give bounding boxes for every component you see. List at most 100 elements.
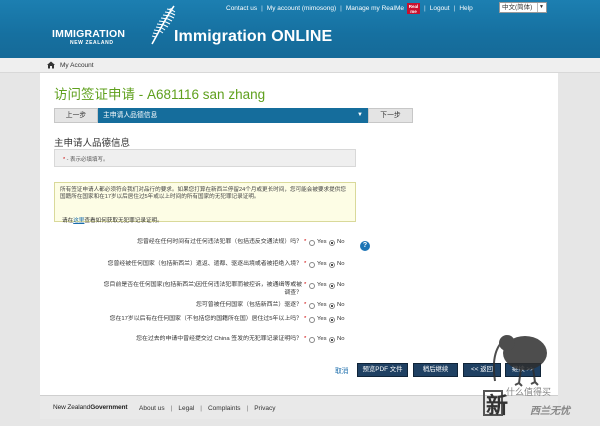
app-title: Immigration ONLINE <box>174 28 333 45</box>
required-star: * <box>304 261 307 267</box>
footer-legal-link[interactable]: Legal <box>178 405 194 412</box>
question-row: 您曾经被任何国家（包括新西兰）遣返、遣都、驱逐出境或者被拒绝入境？ * Yes … <box>54 261 354 279</box>
watermark-char: 新 <box>486 394 509 419</box>
radio-yes-label[interactable]: Yes <box>317 316 327 322</box>
save-later-button[interactable]: 稍后继续 <box>413 363 458 377</box>
watermark-text: 什么值得买 <box>506 387 552 397</box>
info-link-line: 请在这里查看如何获取无犯罪记录证明。 <box>62 218 163 224</box>
footer-privacy-link[interactable]: Privacy <box>254 405 275 412</box>
preview-pdf-button[interactable]: 预览PDF 文件 <box>357 363 408 377</box>
chevron-down-icon: ▼ <box>357 112 363 118</box>
info-here-link[interactable]: 这里 <box>73 218 84 224</box>
site-footer: New ZealandGovernment About us | Legal |… <box>40 395 558 419</box>
question-row: 您在17岁以后有在任何国家（不包括您的国籍所在国）居住过5年以上吗？ * Yes… <box>54 316 354 334</box>
nz-government-logo[interactable]: New ZealandGovernment <box>53 404 128 411</box>
help-icon[interactable]: ? <box>360 241 370 251</box>
radio-no-label[interactable]: No <box>337 316 345 322</box>
question-text: 您曾经在任何时间有过任何违法犯罪（包括违反交通法规）吗？ <box>137 239 302 245</box>
question-options: * Yes No <box>304 282 354 292</box>
cancel-link[interactable]: 取消 <box>335 365 349 375</box>
required-star: * <box>304 302 307 308</box>
registered-mark: ® <box>169 8 173 14</box>
required-note: * - 表示必填填写。 <box>54 149 356 167</box>
radio-no[interactable] <box>329 283 335 289</box>
breadcrumb: My Account <box>0 58 600 73</box>
question-text: 您可曾被任何国家（包括新西兰）驱逐？ <box>195 302 302 308</box>
question-row: 您曾经在任何时间有过任何违法犯罪（包括违反交通法规）吗？ * Yes No <box>54 239 354 257</box>
required-star: * <box>304 239 307 245</box>
radio-yes-label[interactable]: Yes <box>317 261 327 267</box>
radio-no-label[interactable]: No <box>337 261 345 267</box>
question-text: 您曾经被任何国家（包括新西兰）遣返、遣都、驱逐出境或者被拒绝入境？ <box>107 261 302 267</box>
radio-no[interactable] <box>329 337 335 343</box>
kiwi-bird-watermark <box>493 335 547 387</box>
step-navigation: 上一步 主申请人品德信息 ▼ 下一步 <box>54 108 446 123</box>
page-title: 访问签证申请 - A681116 san zhang <box>54 83 265 103</box>
next-step-button[interactable]: 下一步 <box>368 108 413 123</box>
required-note-text: - 表示必填填写。 <box>65 157 109 163</box>
link-separator: | <box>424 5 426 12</box>
link-separator: | <box>340 5 342 12</box>
radio-no-label[interactable]: No <box>337 282 345 288</box>
question-options: * Yes No <box>304 302 354 312</box>
step-select[interactable]: 主申请人品德信息 ▼ <box>98 108 368 123</box>
radio-yes[interactable] <box>309 303 315 309</box>
radio-no[interactable] <box>329 303 335 309</box>
radio-yes[interactable] <box>309 317 315 323</box>
radio-yes-label[interactable]: Yes <box>317 239 327 245</box>
prev-step-button[interactable]: 上一步 <box>54 108 98 123</box>
question-options: * Yes No <box>304 336 354 346</box>
radio-no-label[interactable]: No <box>337 336 345 342</box>
radio-no-label[interactable]: No <box>337 302 345 308</box>
link-separator: | <box>453 5 456 12</box>
radio-yes-label[interactable]: Yes <box>317 282 327 288</box>
required-star: * <box>304 336 307 342</box>
footer-about-link[interactable]: About us <box>139 405 165 412</box>
contact-us-link[interactable]: Contact us <box>226 5 257 12</box>
required-star: * <box>304 282 307 288</box>
help-link[interactable]: Help <box>459 5 472 12</box>
radio-yes[interactable] <box>309 262 315 268</box>
radio-yes-label[interactable]: Yes <box>317 336 327 342</box>
question-row: 您目前是否在任何国家(包括新西兰)因任何违法犯罪而被控诉，被通缉等或被调查？ *… <box>54 282 354 300</box>
info-text: 所有签证申请人都必须符合我们对品行的要求。如果您打算在新西兰停留24个月或更长时… <box>60 187 346 201</box>
question-options: * Yes No <box>304 316 354 326</box>
link-separator: | <box>261 5 263 12</box>
top-links: Contact us | My account (mimosong) | Man… <box>226 3 473 14</box>
section-title: 主申请人品德信息 <box>54 138 131 149</box>
main-panel: 访问签证申请 - A681116 san zhang 上一步 主申请人品德信息 … <box>40 73 558 395</box>
radio-no[interactable] <box>329 262 335 268</box>
current-step-label: 主申请人品德信息 <box>103 112 158 119</box>
logo-text-new-zealand: NEW ZEALAND <box>70 40 114 46</box>
question-options: * Yes No <box>304 239 354 249</box>
my-account-link[interactable]: My account (mimosong) <box>267 5 336 12</box>
site-header: IMMIGRATION NEW ZEALAND ® Immigration ON… <box>0 0 600 58</box>
watermark-text: 西兰无忧 <box>530 406 570 417</box>
realme-icon[interactable]: Real me <box>407 3 421 14</box>
question-row: 您在过去的申请中曾经提交过 China 签发的无犯罪记录证明吗？ * Yes N… <box>54 336 354 354</box>
question-text: 您在过去的申请中曾经提交过 China 签发的无犯罪记录证明吗？ <box>136 336 302 342</box>
link-separator: | <box>200 405 202 412</box>
radio-no-label[interactable]: No <box>337 239 345 245</box>
radio-no[interactable] <box>329 240 335 246</box>
logout-link[interactable]: Logout <box>430 5 450 12</box>
required-star: * <box>304 316 307 322</box>
question-options: * Yes No <box>304 261 354 271</box>
radio-yes[interactable] <box>309 283 315 289</box>
footer-complaints-link[interactable]: Complaints <box>208 405 241 412</box>
logo-text-immigration: IMMIGRATION <box>52 28 126 40</box>
radio-yes[interactable] <box>309 337 315 343</box>
question-text: 您目前是否在任何国家(包括新西兰)因任何违法犯罪而被控诉，被通缉等或被调查？ <box>103 282 302 296</box>
page-title-application-id: - A681116 san zhang <box>135 87 266 102</box>
chevron-down-icon: ▼ <box>537 3 545 12</box>
radio-no[interactable] <box>329 317 335 323</box>
breadcrumb-my-account[interactable]: My Account <box>60 62 94 69</box>
radio-yes-label[interactable]: Yes <box>317 302 327 308</box>
page-title-cn: 访问签证申请 <box>54 87 135 102</box>
home-icon[interactable] <box>47 61 55 69</box>
language-value: 中文(简体) <box>502 4 533 11</box>
language-select[interactable]: 中文(简体) ▼ <box>499 2 547 13</box>
manage-realme-link[interactable]: Manage my RealMe <box>346 5 404 12</box>
radio-yes[interactable] <box>309 240 315 246</box>
footer-links: About us | Legal | Complaints | Privacy <box>139 405 276 412</box>
